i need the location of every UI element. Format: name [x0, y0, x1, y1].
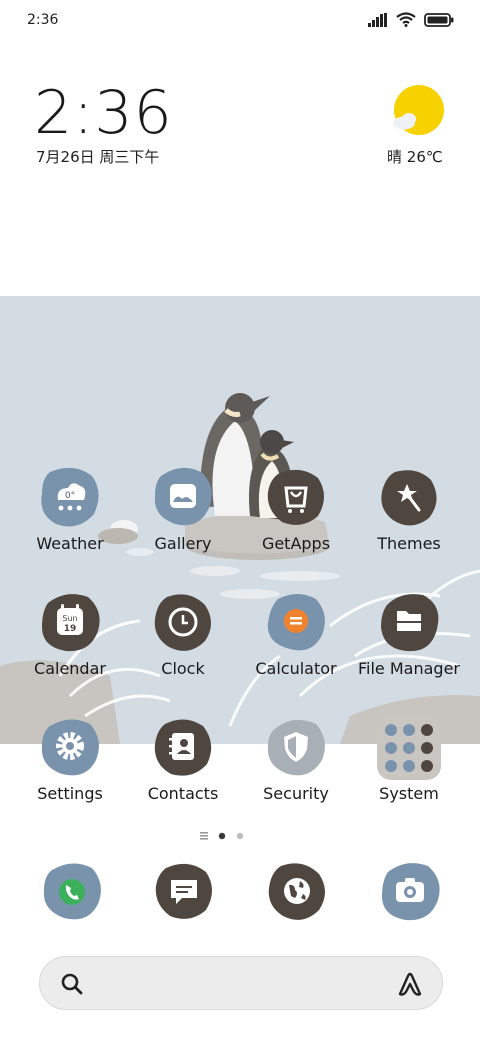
app-label: Clock: [161, 659, 205, 678]
app-blob: [267, 719, 325, 776]
app-getapps[interactable]: GetApps: [241, 466, 351, 553]
signal-icon: [368, 12, 387, 27]
app-label: System: [379, 784, 439, 803]
app-label: Gallery: [154, 534, 212, 553]
weather-condition: 晴: [387, 148, 403, 166]
app-weather[interactable]: 0° Weather: [15, 466, 125, 553]
page-indicator[interactable]: [0, 826, 480, 846]
dock: [0, 860, 480, 930]
calendar-icon: Sun 19: [57, 604, 83, 635]
calendar-date: 19: [64, 624, 77, 634]
app-blob: [267, 469, 324, 525]
app-label: Contacts: [147, 784, 219, 803]
app-blob: [154, 594, 211, 651]
app-blob: [154, 467, 212, 526]
app-label: Security: [263, 784, 329, 803]
page-dot-active[interactable]: [218, 832, 226, 840]
dock-browser[interactable]: [265, 860, 329, 924]
app-clock[interactable]: Clock: [128, 591, 238, 678]
weather-temperature: 26℃: [406, 148, 443, 166]
folder-icon: [397, 611, 421, 631]
app-blob: [267, 594, 325, 651]
page-dot[interactable]: [236, 832, 244, 840]
globe-icon: [284, 878, 310, 904]
folder-grid-icon: [377, 716, 441, 780]
assistant-icon[interactable]: [396, 970, 424, 998]
dock-messages[interactable]: [152, 860, 216, 924]
app-blob: [381, 470, 437, 526]
search-icon[interactable]: [60, 972, 84, 996]
phone-icon: [59, 879, 85, 905]
app-blob: 0°: [41, 467, 99, 527]
status-bar: 2:36: [0, 0, 480, 40]
app-settings[interactable]: Settings: [15, 716, 125, 803]
calculator-icon: [284, 609, 308, 633]
weather-text: 晴 26℃: [387, 146, 443, 167]
app-system[interactable]: System: [354, 716, 464, 803]
status-icons: [368, 12, 454, 27]
app-blob: [154, 719, 212, 776]
app-calendar[interactable]: Sun 19 Calendar: [15, 591, 125, 678]
app-label: File Manager: [358, 659, 460, 678]
app-label: Settings: [37, 784, 103, 803]
svg-text:0°: 0°: [65, 491, 75, 501]
app-blob: Sun 19: [42, 594, 100, 652]
picture-icon: [170, 484, 196, 508]
clock-widget-date: 7月26日 周三下午: [36, 148, 160, 166]
app-gallery[interactable]: Gallery: [128, 466, 238, 553]
search-bar[interactable]: [39, 956, 443, 1010]
app-label: Weather: [36, 534, 104, 553]
status-time: 2:36: [27, 12, 59, 28]
app-blob: [381, 594, 439, 652]
contacts-book-icon: [169, 733, 194, 760]
app-label: GetApps: [261, 534, 331, 553]
app-label: Calculator: [255, 659, 337, 678]
clock-widget-time[interactable]: 2:36: [34, 78, 173, 148]
calendar-day: Sun: [62, 614, 77, 623]
battery-icon: [424, 12, 454, 27]
app-themes[interactable]: Themes: [354, 466, 464, 553]
app-calculator[interactable]: Calculator: [241, 591, 351, 678]
dock-phone[interactable]: [40, 860, 104, 924]
app-security[interactable]: Security: [241, 716, 351, 803]
app-label: Themes: [377, 534, 441, 553]
app-file-manager[interactable]: File Manager: [354, 591, 464, 678]
sun-with-cloud-icon[interactable]: [390, 84, 444, 138]
app-blob: [41, 719, 99, 776]
app-label: Calendar: [34, 659, 106, 678]
app-contacts[interactable]: Contacts: [128, 716, 238, 803]
dock-camera[interactable]: [378, 860, 442, 924]
pager-menu-icon: [200, 832, 208, 840]
wifi-icon: [396, 12, 416, 27]
